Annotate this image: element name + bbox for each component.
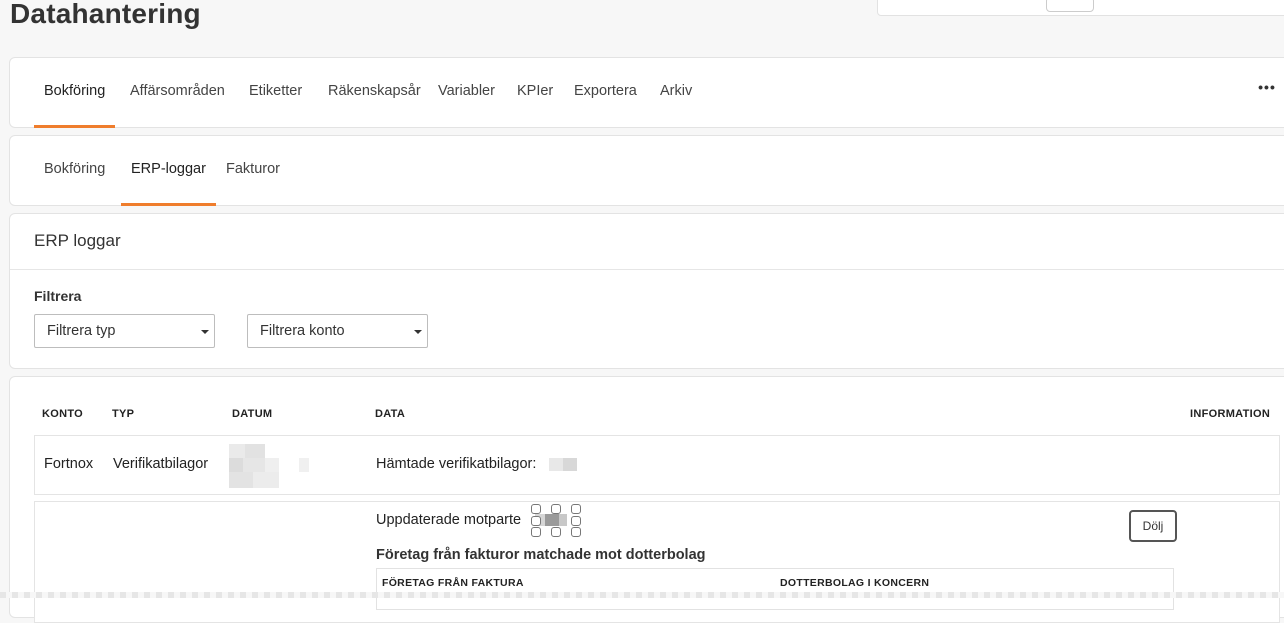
filter-account-placeholder: Filtrera konto [260, 323, 345, 339]
cell-typ: Verifikatbilagor [113, 456, 209, 472]
resize-handle[interactable] [571, 516, 581, 526]
subtab-erp-loggar[interactable]: ERP-loggar [121, 136, 216, 206]
erp-log-table: KONTO TYP DATUM DATA INFORMATION Fortnox… [9, 376, 1284, 623]
resize-handle[interactable] [531, 527, 541, 537]
tab-arkiv[interactable]: Arkiv [660, 58, 692, 127]
tab-etiketter[interactable]: Etiketter [249, 58, 302, 127]
resize-handle[interactable] [531, 504, 541, 514]
resize-handle[interactable] [571, 504, 581, 514]
col-header-information[interactable]: INFORMATION [1190, 408, 1270, 420]
filter-label: Filtrera [34, 288, 82, 304]
erp-filter-card: ERP loggar Filtrera Filtrera typ Filtrer… [9, 213, 1284, 369]
tab-rakenskapsar[interactable]: Räkenskapsår [328, 58, 421, 127]
filter-account-select[interactable]: Filtrera konto [247, 314, 428, 348]
col-header-datum[interactable]: DATUM [232, 408, 272, 420]
page-title: Datahantering [10, 0, 201, 29]
tab-affarsomraden[interactable]: Affärsområden [130, 58, 225, 127]
tab-kpier[interactable]: KPIer [517, 58, 553, 127]
filter-type-placeholder: Filtrera typ [47, 323, 116, 339]
filter-type-select[interactable]: Filtrera typ [34, 314, 215, 348]
table-row[interactable]: Fortnox Verifikatbilagor Hämtade verifik… [34, 435, 1280, 495]
divider [10, 269, 1284, 270]
tab-bokforing[interactable]: Bokföring [33, 58, 116, 128]
cell-data: Hämtade verifikatbilagor: [376, 456, 537, 472]
resize-handle[interactable] [551, 527, 561, 537]
erp-title: ERP loggar [34, 231, 121, 250]
matched-companies-title: Företag från fakturor matchade mot dotte… [376, 547, 706, 563]
tab-variabler[interactable]: Variabler [438, 58, 495, 127]
table-row-expanded[interactable]: Uppdaterade motparte Dölj Företag från f… [34, 501, 1280, 623]
sub-tabbar: Bokföring ERP-loggar Fakturor [9, 135, 1284, 206]
subcol-header-from-invoice: FÖRETAG FRÅN FAKTURA [382, 577, 524, 589]
cell-konto: Fortnox [44, 456, 94, 472]
caret-down-icon [201, 330, 209, 334]
top-toolbar-widget[interactable] [877, 0, 1284, 16]
resize-handle[interactable] [571, 527, 581, 537]
col-header-data[interactable]: DATA [375, 408, 405, 420]
tab-exportera[interactable]: Exportera [574, 58, 637, 127]
resize-handle[interactable] [531, 516, 541, 526]
subtab-fakturor[interactable]: Fakturor [226, 136, 280, 205]
main-tabbar: Bokföring Affärsområden Etiketter Räkens… [9, 57, 1284, 128]
matched-companies-table: FÖRETAG FRÅN FAKTURA DOTTERBOLAG I KONCE… [376, 568, 1174, 610]
col-header-typ[interactable]: TYP [112, 408, 134, 420]
subtab-bokforing[interactable]: Bokföring [44, 136, 105, 205]
resize-handle[interactable] [551, 504, 561, 514]
subcol-header-subsidiary: DOTTERBOLAG I KONCERN [780, 577, 930, 589]
cell-data: Uppdaterade motparte [376, 512, 522, 528]
bottom-edge [0, 592, 1284, 598]
ellipsis-icon[interactable]: ••• [1255, 80, 1279, 100]
caret-down-icon [414, 330, 422, 334]
toolbar-toggle[interactable] [1046, 0, 1094, 12]
hide-button[interactable]: Dölj [1129, 510, 1177, 542]
col-header-konto[interactable]: KONTO [42, 408, 83, 420]
